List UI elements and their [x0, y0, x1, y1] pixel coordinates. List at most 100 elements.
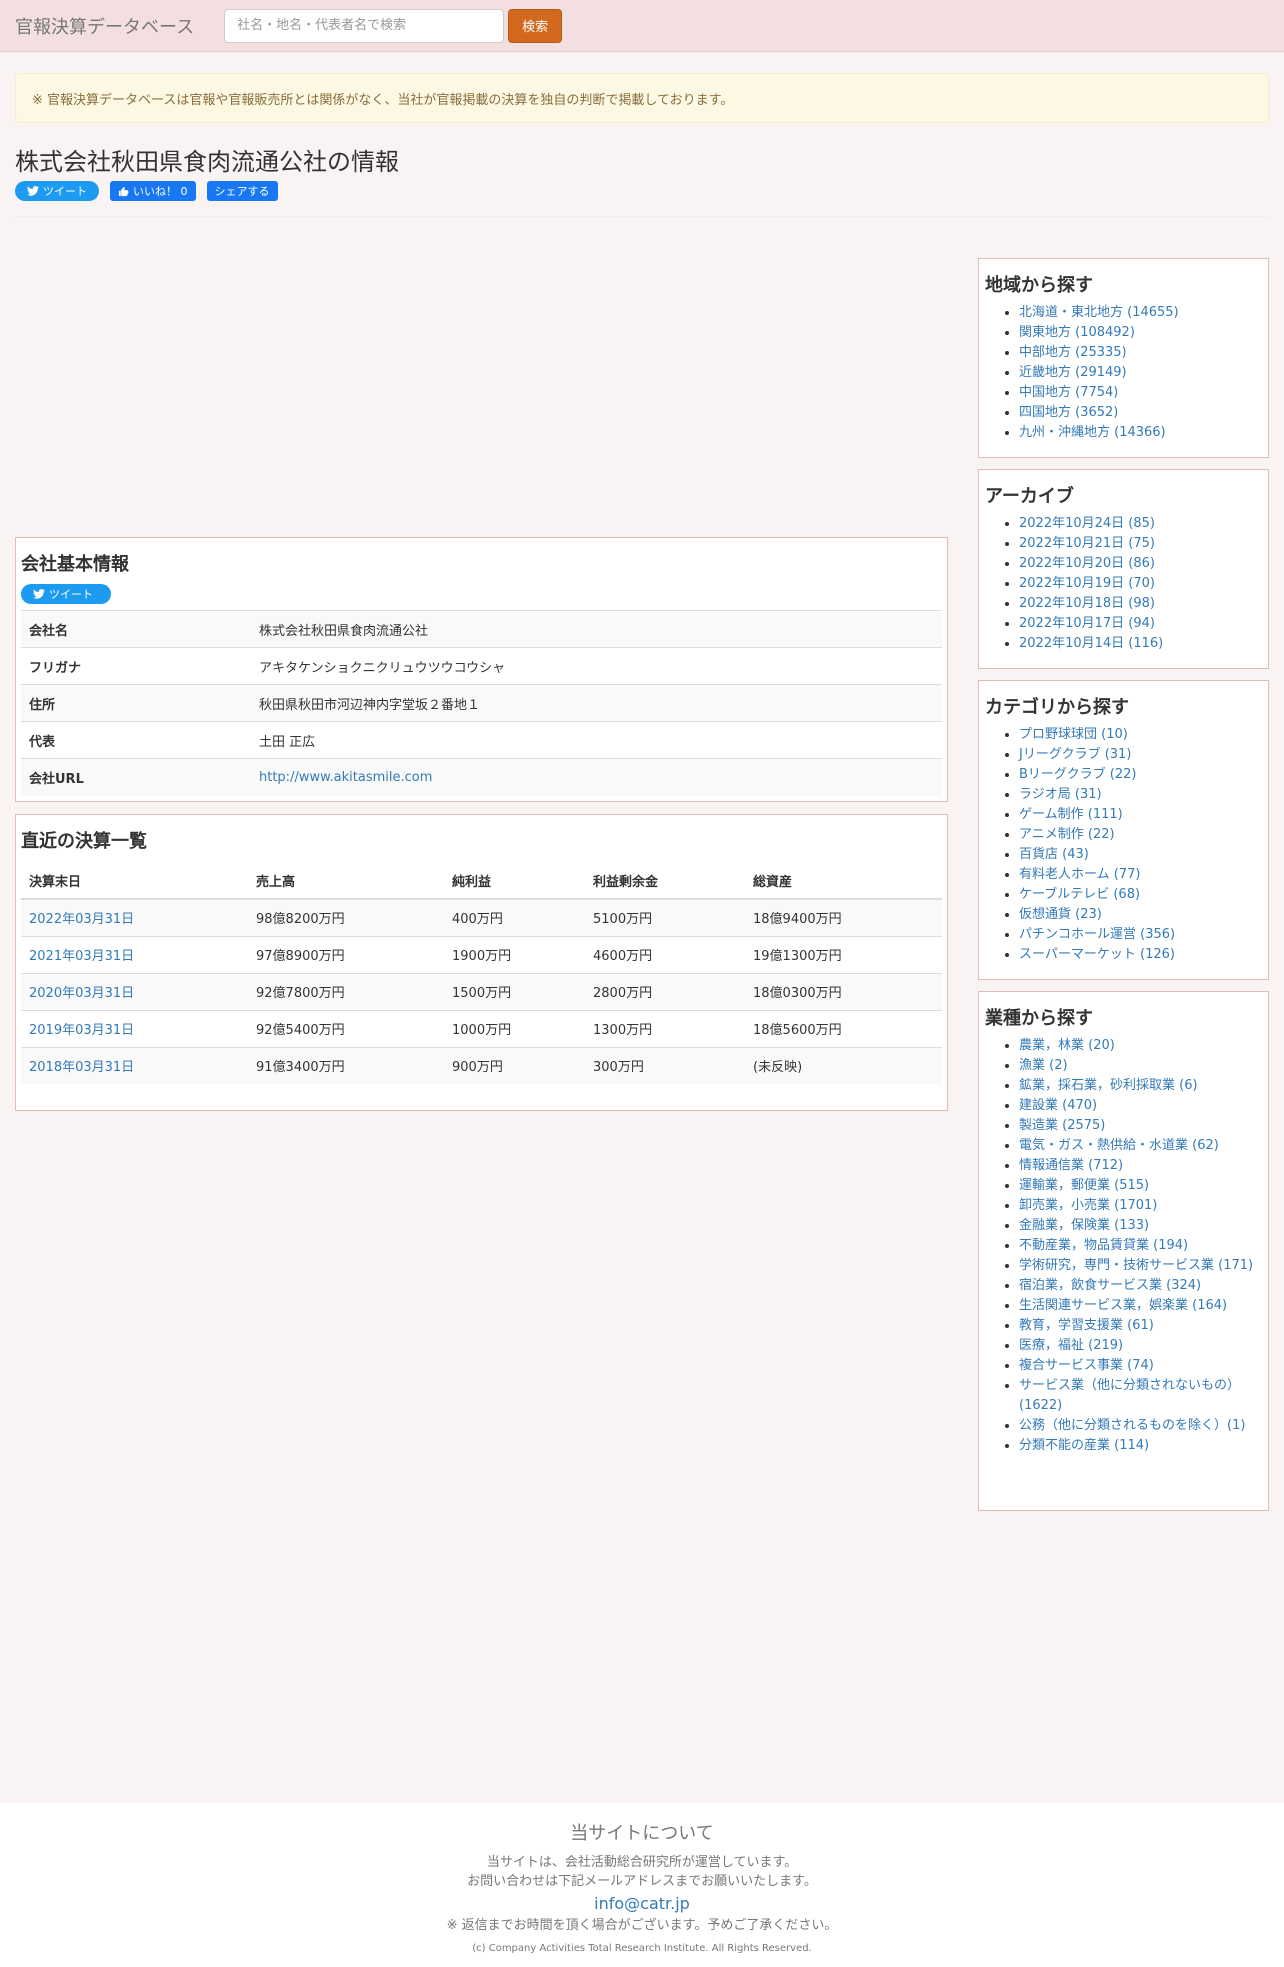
table-cell: 92億7800万円: [248, 972, 444, 1010]
industry-panel: 業種から探す 農業，林業 (20) 漁業 (2) 鉱業，採石業，砂利採取業 (6) 建…: [978, 991, 1269, 1511]
search-input[interactable]: [224, 8, 505, 43]
industry-link[interactable]: 農業，林業 (20): [1019, 1038, 1115, 1053]
list-item: 製造業 (2575): [1019, 1116, 1262, 1136]
fiscal-date-cell: 2021年03月31日: [21, 935, 248, 973]
list-item: Jリーグクラブ (31): [1019, 745, 1262, 765]
list-item: 中国地方 (7754): [1019, 383, 1262, 403]
share-label: シェアする: [214, 185, 270, 198]
fiscal-date-link[interactable]: 2018年03月31日: [29, 1060, 134, 1075]
list-item: 医療，福祉 (219): [1019, 1336, 1262, 1356]
region-link[interactable]: 近畿地方 (29149): [1019, 365, 1127, 380]
table-cell: 300万円: [585, 1046, 745, 1084]
industry-link[interactable]: 生活関連サービス業，娯楽業 (164): [1019, 1298, 1227, 1313]
category-panel: カテゴリから探す プロ野球球団 (10) Jリーグクラブ (31) Bリーグクラブ …: [978, 680, 1269, 980]
industry-link[interactable]: 卸売業，小売業 (1701): [1019, 1198, 1157, 1213]
industry-link[interactable]: 電気・ガス・熱供給・水道業 (62): [1019, 1138, 1219, 1153]
company-url-link[interactable]: http://www.akitasmile.com: [259, 770, 432, 785]
industry-link[interactable]: 不動産業，物品賃貸業 (194): [1019, 1238, 1188, 1253]
table-cell: 900万円: [444, 1046, 585, 1084]
industry-link[interactable]: 情報通信業 (712): [1019, 1158, 1123, 1173]
navbar: 官報決算データベース 検索: [0, 0, 1284, 52]
archive-link[interactable]: 2022年10月19日 (70): [1019, 576, 1155, 591]
industry-list: 農業，林業 (20) 漁業 (2) 鉱業，採石業，砂利採取業 (6) 建設業 (470…: [985, 1036, 1262, 1456]
industry-link[interactable]: 製造業 (2575): [1019, 1118, 1105, 1133]
region-list: 北海道・東北地方 (14655) 関東地方 (108492) 中部地方 (25335…: [985, 303, 1262, 443]
category-link[interactable]: アニメ制作 (22): [1019, 827, 1115, 842]
list-item: 百貨店 (43): [1019, 845, 1262, 865]
category-link[interactable]: プロ野球球団 (10): [1019, 727, 1128, 742]
footer-heading: 当サイトについて: [570, 1823, 714, 1844]
region-link[interactable]: 北海道・東北地方 (14655): [1019, 305, 1179, 320]
region-link[interactable]: 四国地方 (3652): [1019, 405, 1118, 420]
archive-link[interactable]: 2022年10月24日 (85): [1019, 516, 1155, 531]
industry-link[interactable]: サービス業（他に分類されないもの）(1622): [1019, 1378, 1240, 1413]
category-link[interactable]: スーパーマーケット (126): [1019, 947, 1175, 962]
company-info-heading: 会社基本情報: [21, 554, 129, 575]
table-cell: 1900万円: [444, 935, 585, 973]
industry-link[interactable]: 漁業 (2): [1019, 1058, 1068, 1073]
industry-link[interactable]: 金融業，保険業 (133): [1019, 1218, 1149, 1233]
list-item: 近畿地方 (29149): [1019, 363, 1262, 383]
region-link[interactable]: 中部地方 (25335): [1019, 345, 1127, 360]
share-button[interactable]: シェアする: [206, 181, 278, 201]
archive-link[interactable]: 2022年10月17日 (94): [1019, 616, 1155, 631]
category-link[interactable]: ラジオ局 (31): [1019, 787, 1102, 802]
industry-link[interactable]: 医療，福祉 (219): [1019, 1338, 1123, 1353]
list-item: 公務（他に分類されるものを除く）(1): [1019, 1416, 1262, 1436]
list-item: 北海道・東北地方 (14655): [1019, 303, 1262, 323]
list-item: 分類不能の産業 (114): [1019, 1436, 1262, 1456]
industry-link[interactable]: 運輸業，郵便業 (515): [1019, 1178, 1149, 1193]
list-item: アニメ制作 (22): [1019, 825, 1262, 845]
category-link[interactable]: 仮想通貨 (23): [1019, 907, 1102, 922]
table-row: 2018年03月31日 91億3400万円 900万円 300万円 (未反映): [21, 1046, 942, 1084]
industry-link[interactable]: 公務（他に分類されるものを除く）(1): [1019, 1418, 1245, 1433]
category-link[interactable]: Jリーグクラブ (31): [1019, 747, 1131, 762]
tweet-button[interactable]: ツイート: [15, 181, 99, 201]
fiscal-date-link[interactable]: 2022年03月31日: [29, 912, 134, 927]
category-link[interactable]: Bリーグクラブ (22): [1019, 767, 1136, 782]
table-row: 2020年03月31日 92億7800万円 1500万円 2800万円 18億0300万…: [21, 972, 942, 1010]
twitter-bird-icon: [33, 589, 45, 599]
list-item: 四国地方 (3652): [1019, 403, 1262, 423]
archive-link[interactable]: 2022年10月18日 (98): [1019, 596, 1155, 611]
archive-panel: アーカイブ 2022年10月24日 (85)2022年10月21日 (75)20…: [978, 469, 1269, 669]
list-item: 九州・沖縄地方 (14366): [1019, 423, 1262, 443]
industry-link[interactable]: 鉱業，採石業，砂利採取業 (6): [1019, 1078, 1198, 1093]
list-item: ラジオ局 (31): [1019, 785, 1262, 805]
category-link[interactable]: ケーブルテレビ (68): [1019, 887, 1140, 902]
fiscal-date-link[interactable]: 2019年03月31日: [29, 1023, 134, 1038]
footer-line: 当サイトは、会社活動総合研究所が運営しています。: [486, 1855, 798, 1870]
list-item: パチンコホール運営 (356): [1019, 925, 1262, 945]
site-brand[interactable]: 官報決算データベース: [15, 13, 194, 39]
table-cell: 19億1300万円: [745, 935, 942, 973]
list-item: 2022年10月21日 (75): [1019, 534, 1262, 554]
table-cell: 97億8900万円: [248, 935, 444, 973]
header-divider: [15, 216, 1269, 217]
archive-link[interactable]: 2022年10月20日 (86): [1019, 556, 1155, 571]
region-link[interactable]: 九州・沖縄地方 (14366): [1019, 425, 1166, 440]
info-value: アキタケンショクニクリュウツウコウシャ: [251, 647, 942, 685]
like-button[interactable]: いいね！ 0: [110, 181, 196, 201]
industry-link[interactable]: 宿泊業，飲食サービス業 (324): [1019, 1278, 1201, 1293]
category-link[interactable]: 百貨店 (43): [1019, 847, 1089, 862]
category-link[interactable]: 有料老人ホーム (77): [1019, 867, 1140, 882]
table-cell: 1500万円: [444, 972, 585, 1010]
info-label: 会社名: [21, 610, 251, 648]
contact-email-link[interactable]: info@catr.jp: [0, 1894, 1284, 1913]
company-tweet-button[interactable]: ツイート: [21, 584, 111, 604]
industry-link[interactable]: 教育，学習支援業 (61): [1019, 1318, 1154, 1333]
region-link[interactable]: 関東地方 (108492): [1019, 325, 1135, 340]
region-link[interactable]: 中国地方 (7754): [1019, 385, 1118, 400]
industry-link[interactable]: 学術研究，専門・技術サービス業 (171): [1019, 1258, 1253, 1273]
fiscal-date-link[interactable]: 2020年03月31日: [29, 986, 134, 1001]
list-item: 宿泊業，飲食サービス業 (324): [1019, 1276, 1262, 1296]
search-button[interactable]: 検索: [508, 8, 563, 43]
fiscal-date-link[interactable]: 2021年03月31日: [29, 949, 134, 964]
industry-link[interactable]: 建設業 (470): [1019, 1098, 1097, 1113]
industry-link[interactable]: 複合サービス事業 (74): [1019, 1358, 1154, 1373]
category-link[interactable]: パチンコホール運営 (356): [1019, 927, 1175, 942]
industry-link[interactable]: 分類不能の産業 (114): [1019, 1438, 1149, 1453]
category-link[interactable]: ゲーム制作 (111): [1019, 807, 1123, 822]
archive-link[interactable]: 2022年10月14日 (116): [1019, 636, 1163, 651]
archive-link[interactable]: 2022年10月21日 (75): [1019, 536, 1155, 551]
